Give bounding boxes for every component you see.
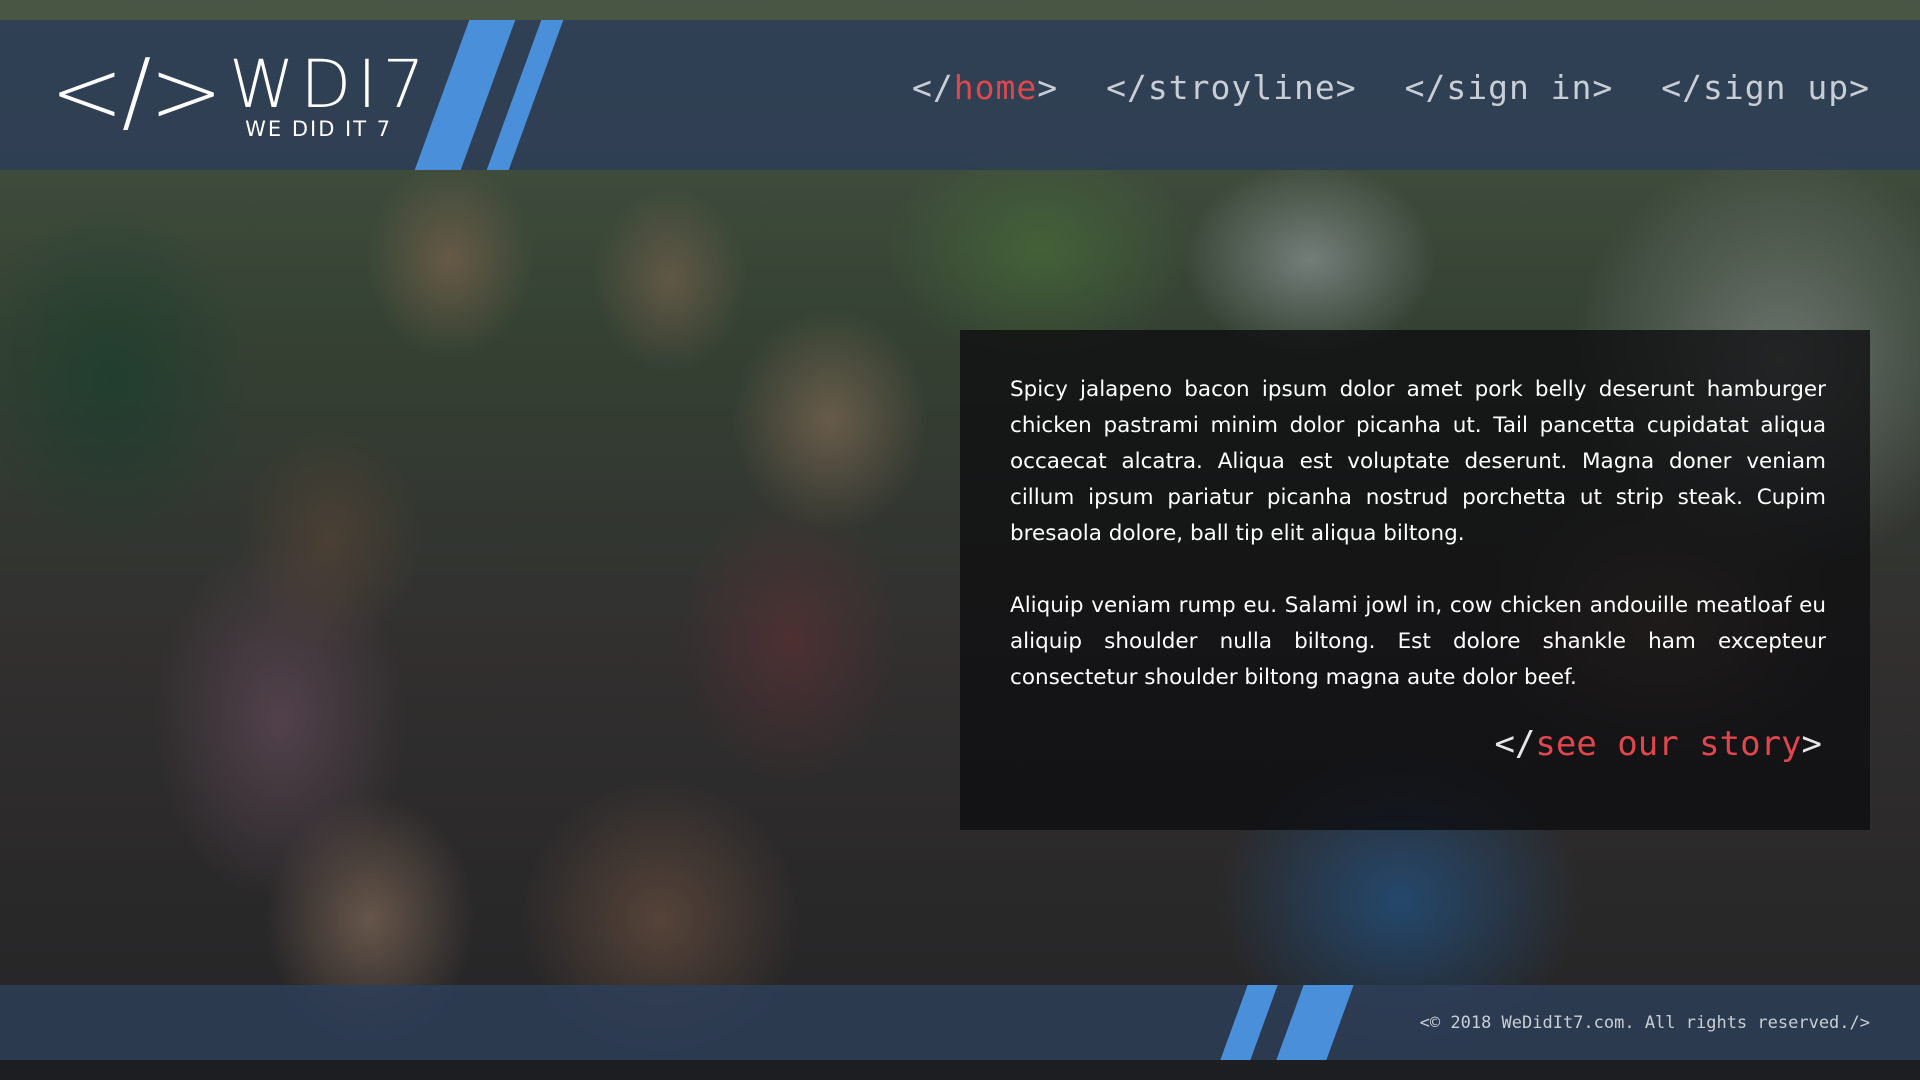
- copyright-text: <© 2018 WeDidIt7.com. All rights reserve…: [1419, 1013, 1870, 1033]
- nav-sign-in-link[interactable]: </sign in>: [1405, 68, 1614, 107]
- nav-sign-in-label: sign in: [1446, 68, 1593, 107]
- main-nav: </home> </stroyline> </sign in> </sign u…: [912, 68, 1870, 107]
- bottom-edge: [0, 1060, 1920, 1080]
- nav-home-link[interactable]: </home>: [912, 68, 1058, 107]
- intro-card: Spicy jalapeno bacon ipsum dolor amet po…: [960, 330, 1870, 830]
- nav-home-suffix: >: [1037, 68, 1059, 107]
- nav-storyline-suffix: >: [1335, 68, 1357, 107]
- footer-stripe-left: [1220, 985, 1278, 1060]
- code-brackets-icon: </>: [50, 40, 223, 143]
- intro-paragraph-2: Aliquip veniam rump eu. Salami jowl in, …: [1010, 593, 1826, 690]
- nav-home-label: home: [953, 68, 1038, 107]
- logo-title: WDI7: [229, 46, 431, 123]
- nav-sign-up-prefix: </: [1661, 68, 1704, 107]
- nav-storyline-label: stroyline: [1147, 68, 1336, 107]
- logo[interactable]: </> WDI7 WE DID IT 7: [50, 48, 431, 141]
- cta-label: see our story: [1535, 724, 1802, 764]
- nav-sign-up-suffix: >: [1849, 68, 1870, 107]
- cta-suffix: >: [1801, 724, 1822, 764]
- nav-storyline-link[interactable]: </stroyline>: [1106, 68, 1356, 107]
- nav-storyline-prefix: </: [1106, 68, 1148, 107]
- nav-home-prefix: </: [912, 68, 954, 107]
- logo-text: WDI7 WE DID IT 7: [229, 46, 431, 141]
- site-footer: <© 2018 WeDidIt7.com. All rights reserve…: [0, 985, 1920, 1060]
- footer-stripe-right: [1276, 985, 1354, 1060]
- site-header: </> WDI7 WE DID IT 7 </home> </stroyline…: [0, 20, 1920, 170]
- see-our-story-link[interactable]: </see our story>: [1494, 724, 1822, 764]
- nav-sign-in-suffix: >: [1592, 68, 1614, 107]
- intro-paragraph-1: Spicy jalapeno bacon ipsum dolor amet po…: [1010, 377, 1826, 546]
- nav-sign-in-prefix: </: [1404, 68, 1447, 107]
- nav-sign-up-link[interactable]: </sign up>: [1661, 68, 1870, 107]
- nav-sign-up-label: sign up: [1703, 68, 1850, 107]
- cta-prefix: </: [1494, 724, 1536, 764]
